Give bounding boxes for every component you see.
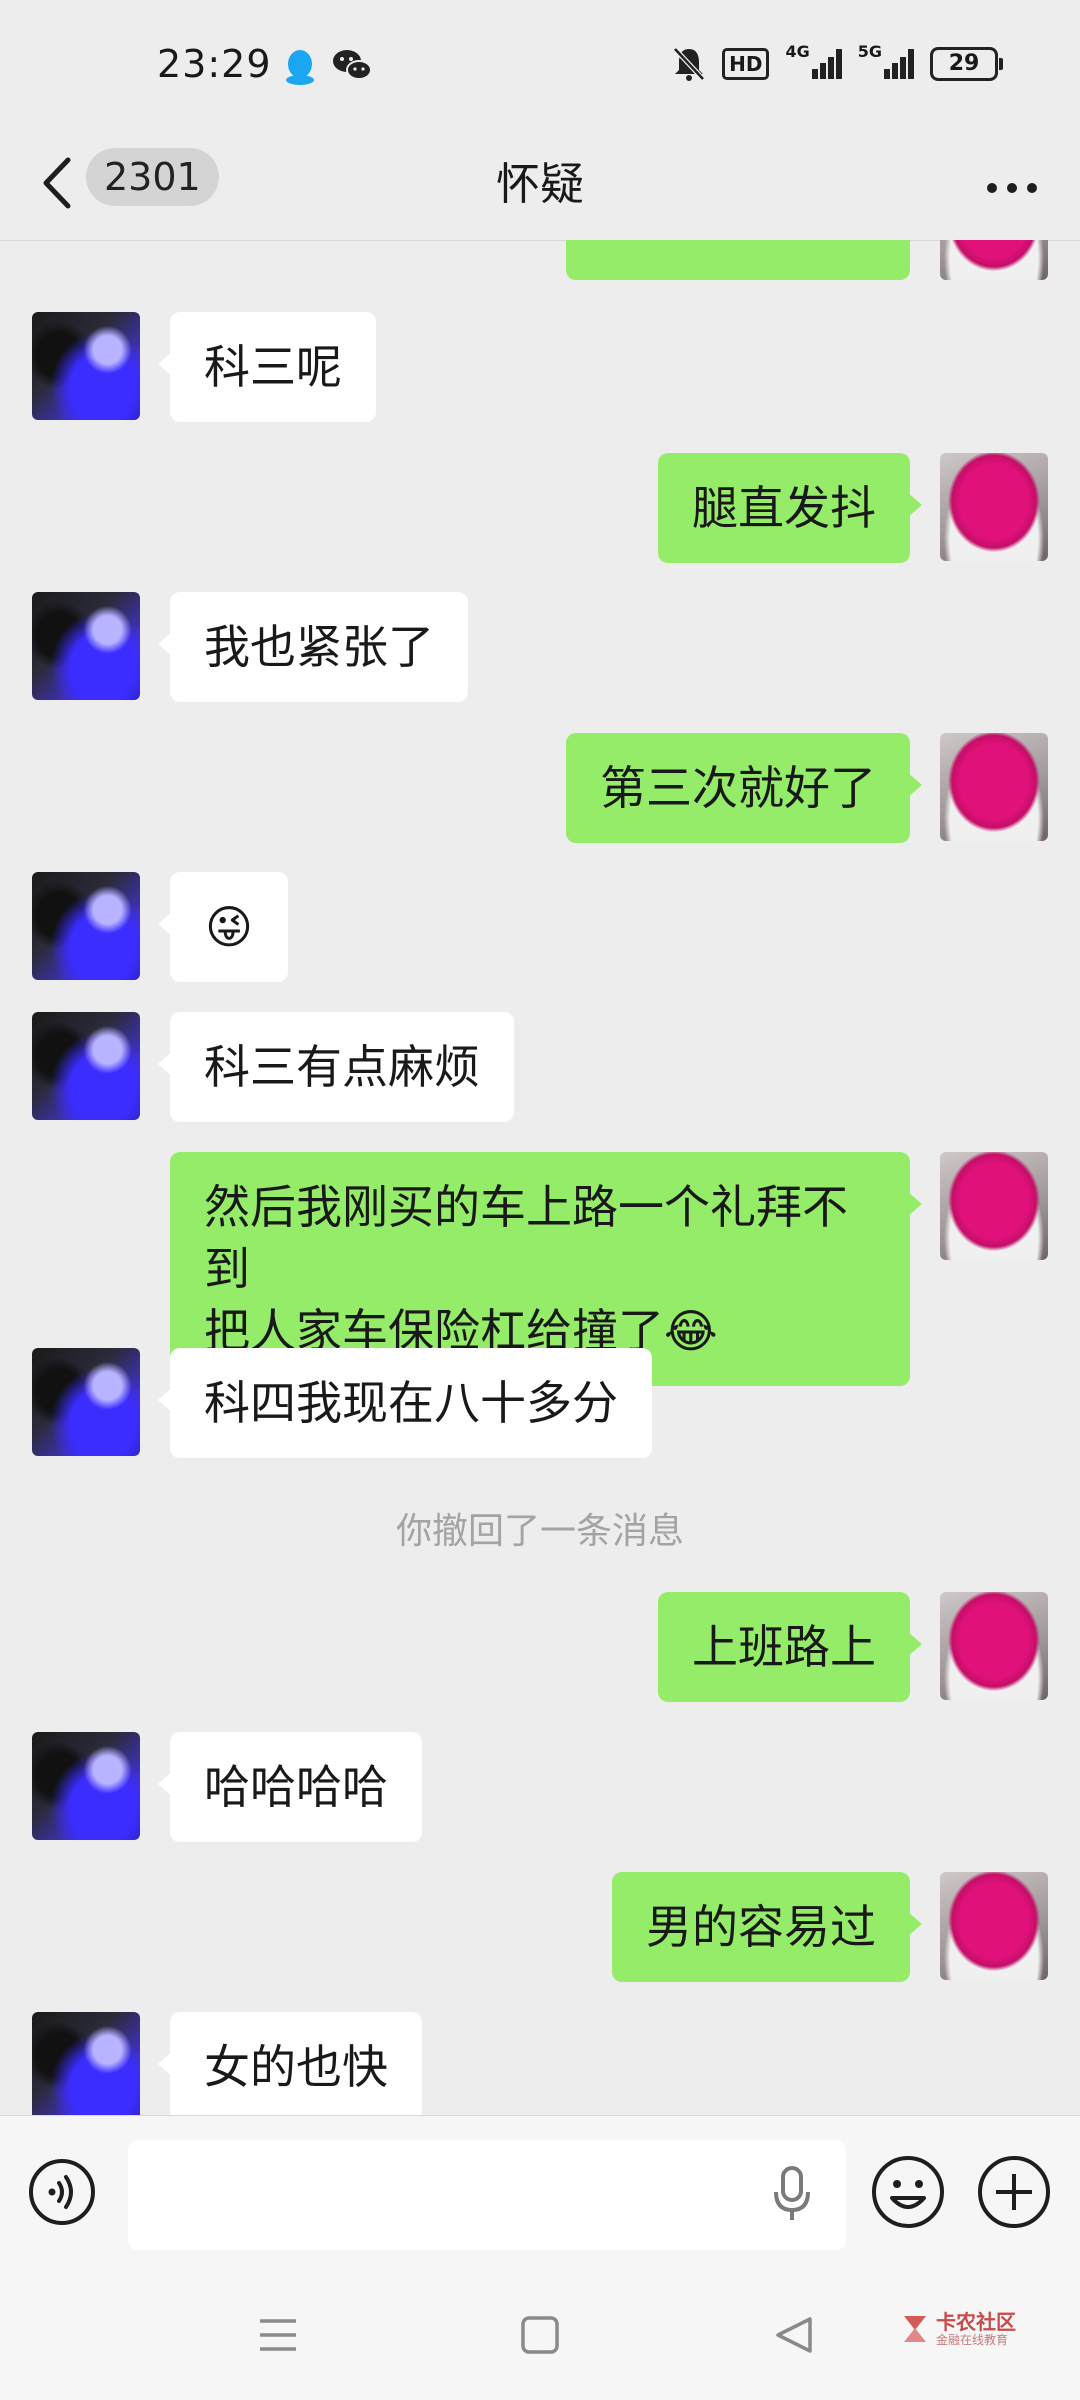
recalled-message-notice: 你撤回了一条消息 xyxy=(395,1511,684,1552)
status-time: 23:29 xyxy=(157,42,272,86)
watermark: 卡农社区 金融在线教育 xyxy=(900,2311,1016,2347)
my-avatar[interactable] xyxy=(940,240,1048,280)
signal-5g-icon: 5G xyxy=(858,42,914,79)
friend-avatar[interactable] xyxy=(32,1348,140,1456)
friend-avatar[interactable] xyxy=(32,2012,140,2115)
status-left-icons xyxy=(282,48,372,86)
net2-label: 5G xyxy=(857,42,882,61)
friend-avatar[interactable] xyxy=(32,312,140,420)
back-icon[interactable] xyxy=(772,2313,816,2357)
emoji-icon[interactable] xyxy=(870,2154,946,2230)
plus-icon[interactable] xyxy=(976,2154,1052,2230)
message-bubble-incoming[interactable]: 科三呢 xyxy=(158,312,376,422)
watermark-title: 卡农社区 xyxy=(936,2310,1016,2334)
home-icon[interactable] xyxy=(518,2313,562,2357)
qq-icon xyxy=(286,50,314,85)
message-input[interactable] xyxy=(128,2140,846,2250)
message-bubble-outgoing[interactable]: 第三次就好了 xyxy=(566,733,922,843)
unread-count-badge[interactable]: 2301 xyxy=(86,148,219,206)
status-bar: 23:29 HD 4G 5G 29 xyxy=(0,0,1080,130)
mute-bell-icon xyxy=(673,47,705,81)
message-bubble-incoming[interactable]: 我也紧张了 xyxy=(158,592,468,702)
friend-avatar[interactable] xyxy=(32,1012,140,1120)
message-bubble-incoming[interactable]: 科四我现在八十多分 xyxy=(158,1348,652,1458)
input-bar xyxy=(0,2115,1080,2276)
my-avatar[interactable] xyxy=(940,1152,1048,1260)
more-icon[interactable] xyxy=(984,158,1040,218)
chat-header: 怀疑 2301 xyxy=(0,130,1080,241)
my-avatar[interactable] xyxy=(940,733,1048,841)
my-avatar[interactable] xyxy=(940,1592,1048,1700)
friend-avatar[interactable] xyxy=(32,872,140,980)
friend-avatar[interactable] xyxy=(32,1732,140,1840)
status-right-icons: HD 4G 5G 29 xyxy=(672,42,1003,82)
microphone-icon[interactable] xyxy=(772,2164,812,2224)
watermark-subtitle: 金融在线教育 xyxy=(936,2333,1009,2347)
my-avatar[interactable] xyxy=(940,1872,1048,1980)
message-list[interactable]: 我当时紧张了 科三呢 腿直发抖 我也紧张了 第三次就好了 😜 科三有点麻烦 然后… xyxy=(0,240,1080,2115)
menu-icon[interactable] xyxy=(256,2313,300,2357)
signal-4g-icon: 4G xyxy=(785,42,842,79)
message-bubble-emoji[interactable]: 😜 xyxy=(158,872,288,982)
message-bubble-incoming[interactable]: 科三有点麻烦 xyxy=(158,1012,514,1122)
friend-avatar[interactable] xyxy=(32,592,140,700)
watermark-logo-icon xyxy=(904,2316,926,2342)
message-line: 然后我刚买的车上路一个礼拜不到 xyxy=(204,1180,848,1296)
my-avatar[interactable] xyxy=(940,453,1048,561)
message-bubble-outgoing[interactable]: 腿直发抖 xyxy=(658,453,922,563)
message-bubble-incoming[interactable]: 女的也快 xyxy=(158,2012,422,2115)
battery-icon: 29 xyxy=(930,47,1003,81)
message-bubble-outgoing[interactable]: 上班路上 xyxy=(658,1592,922,1702)
wechat-icon xyxy=(333,50,372,80)
net1-label: 4G xyxy=(785,42,810,61)
message-bubble-outgoing[interactable]: 男的容易过 xyxy=(612,1872,922,1982)
system-nav-bar: 卡农社区 金融在线教育 xyxy=(0,2275,1080,2400)
chevron-left-icon[interactable] xyxy=(32,148,82,218)
voice-input-icon[interactable] xyxy=(28,2158,96,2226)
message-bubble-outgoing[interactable]: 我当时紧张了 xyxy=(566,240,910,280)
message-bubble-incoming[interactable]: 哈哈哈哈 xyxy=(158,1732,422,1842)
hd-icon: HD xyxy=(722,48,770,80)
